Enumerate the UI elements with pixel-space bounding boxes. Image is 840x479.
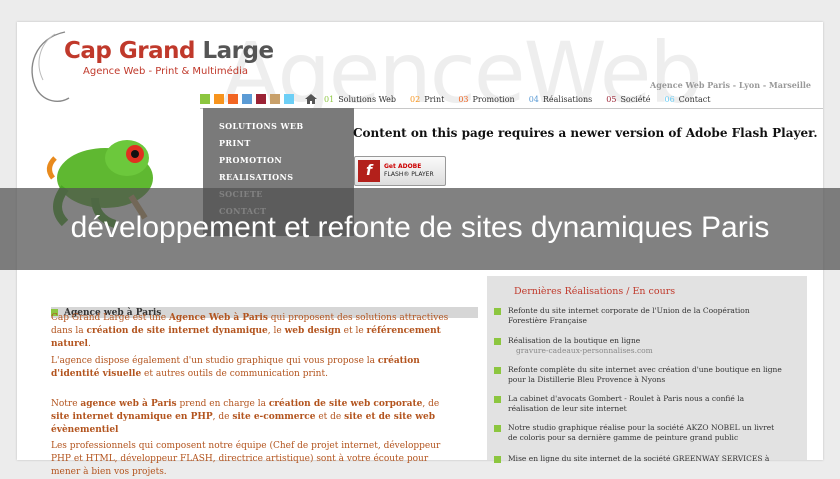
realisation-item[interactable]: Réalisation de la boutique en ligne gravu… [494,336,784,356]
nav-item[interactable]: 03 Promotion [458,95,514,104]
paragraph-3: Notre agence web à Paris prend en charge… [51,399,440,435]
realisation-text: Refonte complète du site internet avec c… [508,365,782,384]
color-swatch [228,94,238,104]
get-flash-button[interactable]: f Get ADOBE FLASH® PLAYER [354,156,446,186]
color-swatches [200,94,298,104]
realisation-subtext: gravure-cadeaux-personnalises.com [516,346,653,355]
nav-item[interactable]: 04 Réalisations [529,95,593,104]
color-swatch [270,94,280,104]
color-swatch [200,94,210,104]
flash-icon: f [358,160,380,182]
logo-name[interactable]: Cap Grand Large [64,38,274,64]
nav-item[interactable]: 06 Contact [664,95,710,104]
realisation-item[interactable]: Refonte complète du site internet avec c… [494,365,784,385]
nav-item-number: 06 [664,94,675,104]
nav-items: 01 Solutions Web 02 Print 03 Promotion 04 Réali… [324,95,724,104]
color-swatch [242,94,252,104]
realisation-item[interactable]: Mise en ligne du site internet de la soc… [494,454,784,464]
logo-tagline: Agence Web - Print & Multimédia [83,66,249,77]
right-heading: Dernières Réalisations / En cours [514,286,676,297]
menu-item[interactable]: SOLUTIONS WEB [203,118,354,135]
top-right-caption: Agence Web Paris - Lyon - Marseille [650,80,811,90]
nav-bar: 01 Solutions Web 02 Print 03 Promotion 04 Réali… [200,92,823,106]
nav-item-number: 03 [458,94,469,104]
realisation-item[interactable]: Notre studio graphique réalise pour la s… [494,423,784,443]
home-icon[interactable] [304,93,318,105]
bullet-square-icon [494,425,501,432]
bullet-square-icon [494,308,501,315]
nav-item-number: 05 [606,94,617,104]
realisation-text: Réalisation de la boutique en ligne [508,336,641,345]
realisation-text: Mise en ligne du site internet de la soc… [508,454,770,463]
nav-item-label: Société [620,94,651,104]
nav-item-label: Réalisations [542,94,593,104]
paragraph-2: L'agence dispose également d'un studio g… [51,356,420,379]
color-swatch [284,94,294,104]
bullet-square-icon [494,396,501,403]
flash-message: Content on this page requires a newer ve… [353,126,818,140]
menu-item[interactable]: REALISATIONS [203,169,354,186]
realisation-item[interactable]: Refonte du site internet corporate de l'… [494,306,784,326]
nav-item-label: Contact [678,94,711,104]
nav-item-number: 01 [324,94,335,104]
nav-item-label: Promotion [472,94,515,104]
realisation-text: Notre studio graphique réalise pour la s… [508,423,775,442]
nav-item-number: 04 [528,94,539,104]
menu-item[interactable]: PROMOTION [203,152,354,169]
realisation-item[interactable]: La cabinet d'avocats Gombert - Roulet à … [494,394,784,414]
bullet-square-icon [494,338,501,345]
color-swatch [256,94,266,104]
nav-item-label: Print [424,94,445,104]
nav-item[interactable]: 01 Solutions Web [324,95,396,104]
flash-button-text: Get ADOBE FLASH® PLAYER [384,163,434,178]
color-swatch [214,94,224,104]
menu-item[interactable]: PRINT [203,135,354,152]
band-title: développement et refonte de sites dynami… [70,211,770,244]
nav-item-number: 02 [410,94,421,104]
realisation-text: Refonte du site internet corporate de l'… [508,306,750,325]
nav-item[interactable]: 05 Société [606,95,650,104]
paragraph-1: Cap Grand Large est une Agence Web à Par… [51,313,449,349]
realisation-text: La cabinet d'avocats Gombert - Roulet à … [508,394,745,413]
bullet-square-icon [494,367,501,374]
nav-item-label: Solutions Web [338,94,397,104]
nav-item[interactable]: 02 Print [410,95,444,104]
